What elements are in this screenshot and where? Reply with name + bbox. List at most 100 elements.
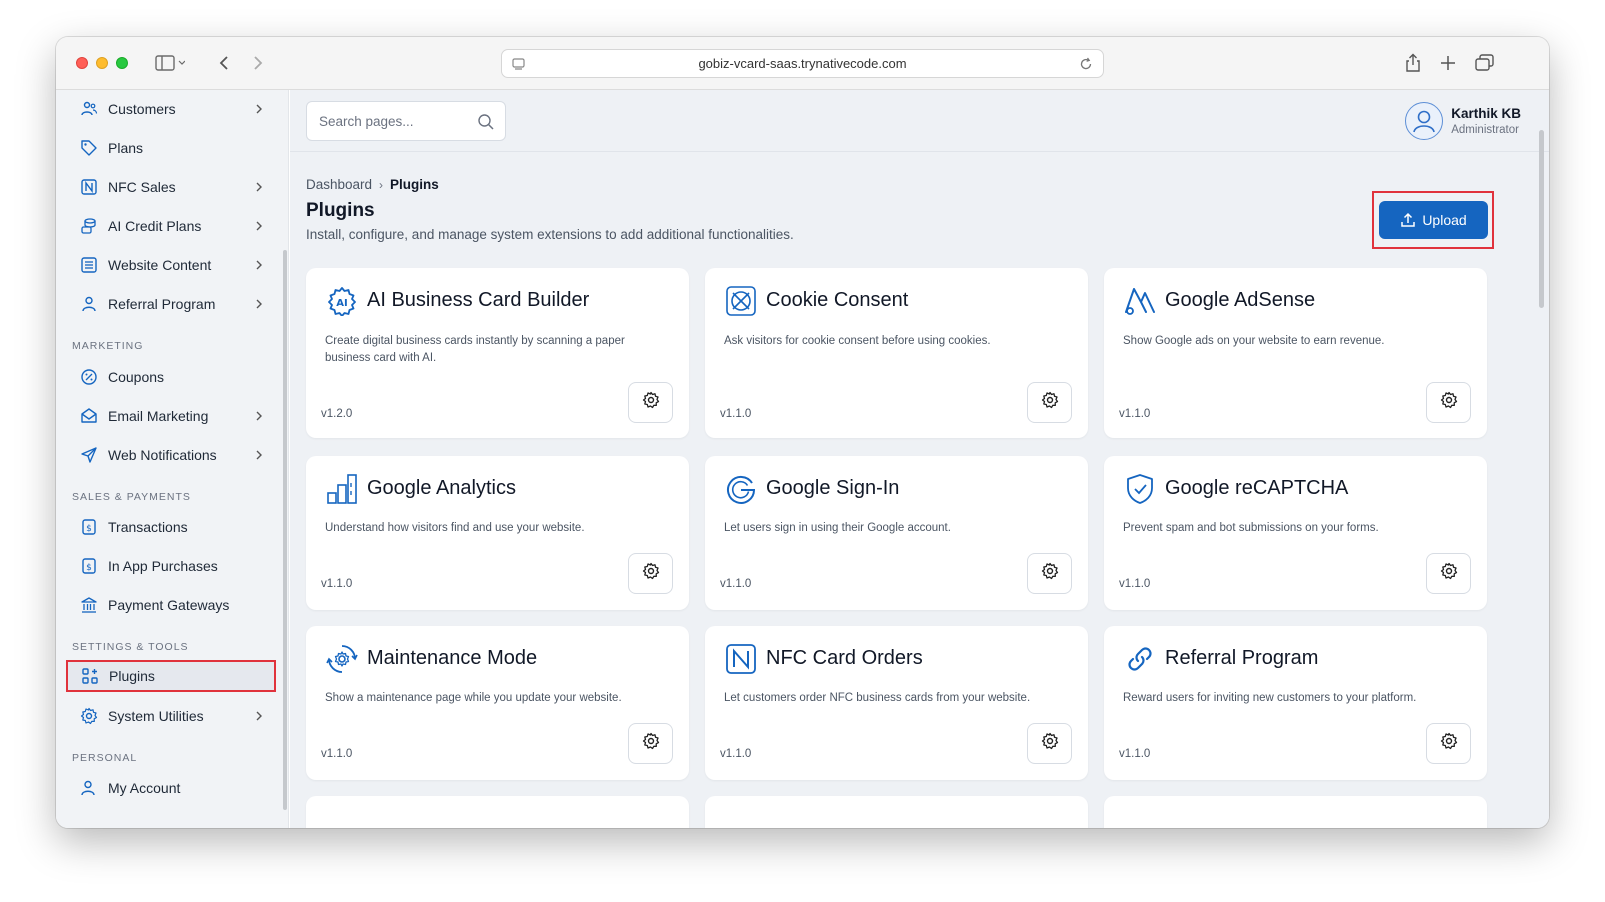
plugin-card: AI AI Business Card Builder Create digit… — [306, 268, 689, 438]
sidebar-item-system-utilities[interactable]: System Utilities — [67, 700, 275, 732]
plugin-title: Referral Program — [1165, 647, 1319, 669]
send-icon — [80, 446, 98, 464]
plugin-title: Google Analytics — [367, 477, 516, 499]
gear-icon — [1440, 391, 1458, 414]
search-icon[interactable] — [477, 113, 495, 134]
avatar — [1405, 102, 1444, 140]
new-tab-icon[interactable] — [1438, 51, 1458, 75]
sidebar-item-label: Plans — [108, 140, 144, 156]
sidebar-toggle-icon[interactable] — [150, 51, 190, 75]
sidebar-item-my-account[interactable]: My Account — [67, 772, 275, 804]
plugin-card — [306, 796, 689, 828]
plugin-settings-button[interactable] — [1027, 723, 1072, 764]
plugin-settings-button[interactable] — [1027, 382, 1072, 423]
section-heading-personal: PERSONAL — [72, 752, 138, 764]
sidebar-item-label: Email Marketing — [108, 408, 209, 424]
sidebar-item-website-content[interactable]: Website Content — [67, 249, 275, 281]
sidebar-item-label: Referral Program — [108, 296, 216, 312]
sidebar-item-ai-credit-plans[interactable]: AI Credit Plans — [67, 210, 275, 242]
share-icon[interactable] — [1403, 51, 1423, 75]
breadcrumb: Dashboard › Plugins — [306, 177, 439, 192]
svg-text:$: $ — [86, 524, 92, 534]
gear-icon — [642, 562, 660, 585]
forward-icon[interactable] — [248, 51, 268, 75]
plugin-title: Cookie Consent — [766, 289, 909, 311]
cookie-icon — [725, 285, 757, 317]
main-content: Search pages... Karthik KB Administrator… — [290, 90, 1549, 828]
address-bar[interactable]: gobiz-vcard-saas.trynativecode.com — [501, 49, 1104, 78]
page-settings-icon[interactable] — [511, 56, 527, 75]
sidebar: Customers Plans NFC Sales AI Credit Plan… — [56, 90, 289, 828]
user-icon — [80, 295, 98, 313]
browser-window: gobiz-vcard-saas.trynativecode.com Custo… — [56, 37, 1549, 828]
plugin-description: Reward users for inviting new customers … — [1123, 692, 1417, 704]
user-name: Karthik KB — [1451, 106, 1521, 121]
url-text: gobiz-vcard-saas.trynativecode.com — [698, 56, 907, 71]
plugin-settings-button[interactable] — [628, 723, 673, 764]
minimize-window-button[interactable] — [96, 57, 108, 69]
close-window-button[interactable] — [76, 57, 88, 69]
sidebar-item-email-marketing[interactable]: Email Marketing — [67, 400, 275, 432]
plugin-settings-button[interactable] — [1426, 723, 1471, 764]
receipt-icon: $ — [80, 557, 98, 575]
plugin-description: Let customers order NFC business cards f… — [724, 692, 1031, 704]
bank-icon — [80, 596, 98, 614]
plugin-version: v1.1.0 — [720, 578, 752, 590]
sidebar-item-web-notifications[interactable]: Web Notifications — [67, 439, 275, 471]
plugin-card: Referral Program Reward users for inviti… — [1104, 626, 1487, 780]
sidebar-item-payment-gateways[interactable]: Payment Gateways — [67, 589, 275, 621]
back-icon[interactable] — [214, 51, 234, 75]
plugin-description: Prevent spam and bot submissions on your… — [1123, 522, 1379, 534]
apps-icon — [81, 667, 99, 685]
users-icon — [80, 100, 98, 118]
plugin-title: NFC Card Orders — [766, 647, 923, 669]
plugin-settings-button[interactable] — [1426, 553, 1471, 594]
page-title: Plugins — [306, 200, 375, 221]
tab-overview-icon[interactable] — [1474, 51, 1496, 75]
sidebar-item-label: Payment Gateways — [108, 597, 230, 613]
sidebar-item-label: NFC Sales — [108, 179, 176, 195]
reload-icon[interactable] — [1078, 56, 1094, 75]
sidebar-item-plugins[interactable]: Plugins — [66, 660, 276, 692]
sidebar-item-transactions[interactable]: $ Transactions — [67, 511, 275, 543]
user-menu[interactable]: Karthik KB Administrator — [1405, 101, 1521, 141]
gear-icon — [1041, 562, 1059, 585]
main-scrollbar[interactable] — [1539, 130, 1544, 308]
upload-button[interactable]: Upload — [1379, 201, 1488, 239]
chevron-right-icon — [255, 409, 263, 425]
sidebar-scrollbar[interactable] — [283, 250, 287, 810]
plugin-settings-button[interactable] — [628, 382, 673, 423]
chevron-right-icon — [255, 102, 263, 118]
plugin-card — [705, 796, 1088, 828]
section-heading-marketing: MARKETING — [72, 340, 144, 352]
chevron-right-icon — [255, 297, 263, 313]
sidebar-item-in-app-purchases[interactable]: $ In App Purchases — [67, 550, 275, 582]
breadcrumb-dashboard-link[interactable]: Dashboard — [306, 177, 372, 192]
plugin-description: Show a maintenance page while you update… — [325, 692, 622, 704]
link-icon — [1124, 643, 1156, 675]
ai-gear-icon: AI — [326, 285, 358, 317]
svg-text:AI: AI — [336, 298, 347, 309]
chevron-right-icon — [255, 258, 263, 274]
sidebar-item-coupons[interactable]: Coupons — [67, 361, 275, 393]
breadcrumb-separator: › — [379, 177, 384, 192]
breadcrumb-current: Plugins — [390, 177, 439, 192]
plugin-settings-button[interactable] — [628, 553, 673, 594]
sidebar-item-label: AI Credit Plans — [108, 218, 202, 234]
sidebar-item-label: Transactions — [108, 519, 188, 535]
upload-highlight: Upload — [1372, 191, 1494, 249]
plugin-card — [1104, 796, 1487, 828]
plugin-settings-button[interactable] — [1426, 382, 1471, 423]
search-input[interactable]: Search pages... — [306, 101, 506, 141]
sidebar-item-plans[interactable]: Plans — [67, 132, 275, 164]
sidebar-item-label: Web Notifications — [108, 447, 217, 463]
sidebar-item-referral-program[interactable]: Referral Program — [67, 288, 275, 320]
mail-icon — [80, 407, 98, 425]
chevron-right-icon — [255, 219, 263, 235]
gear-icon — [642, 391, 660, 414]
plugin-settings-button[interactable] — [1027, 553, 1072, 594]
zoom-window-button[interactable] — [116, 57, 128, 69]
sidebar-item-nfc-sales[interactable]: NFC Sales — [67, 171, 275, 203]
sidebar-item-customers[interactable]: Customers — [67, 93, 275, 125]
gear-icon — [1041, 391, 1059, 414]
